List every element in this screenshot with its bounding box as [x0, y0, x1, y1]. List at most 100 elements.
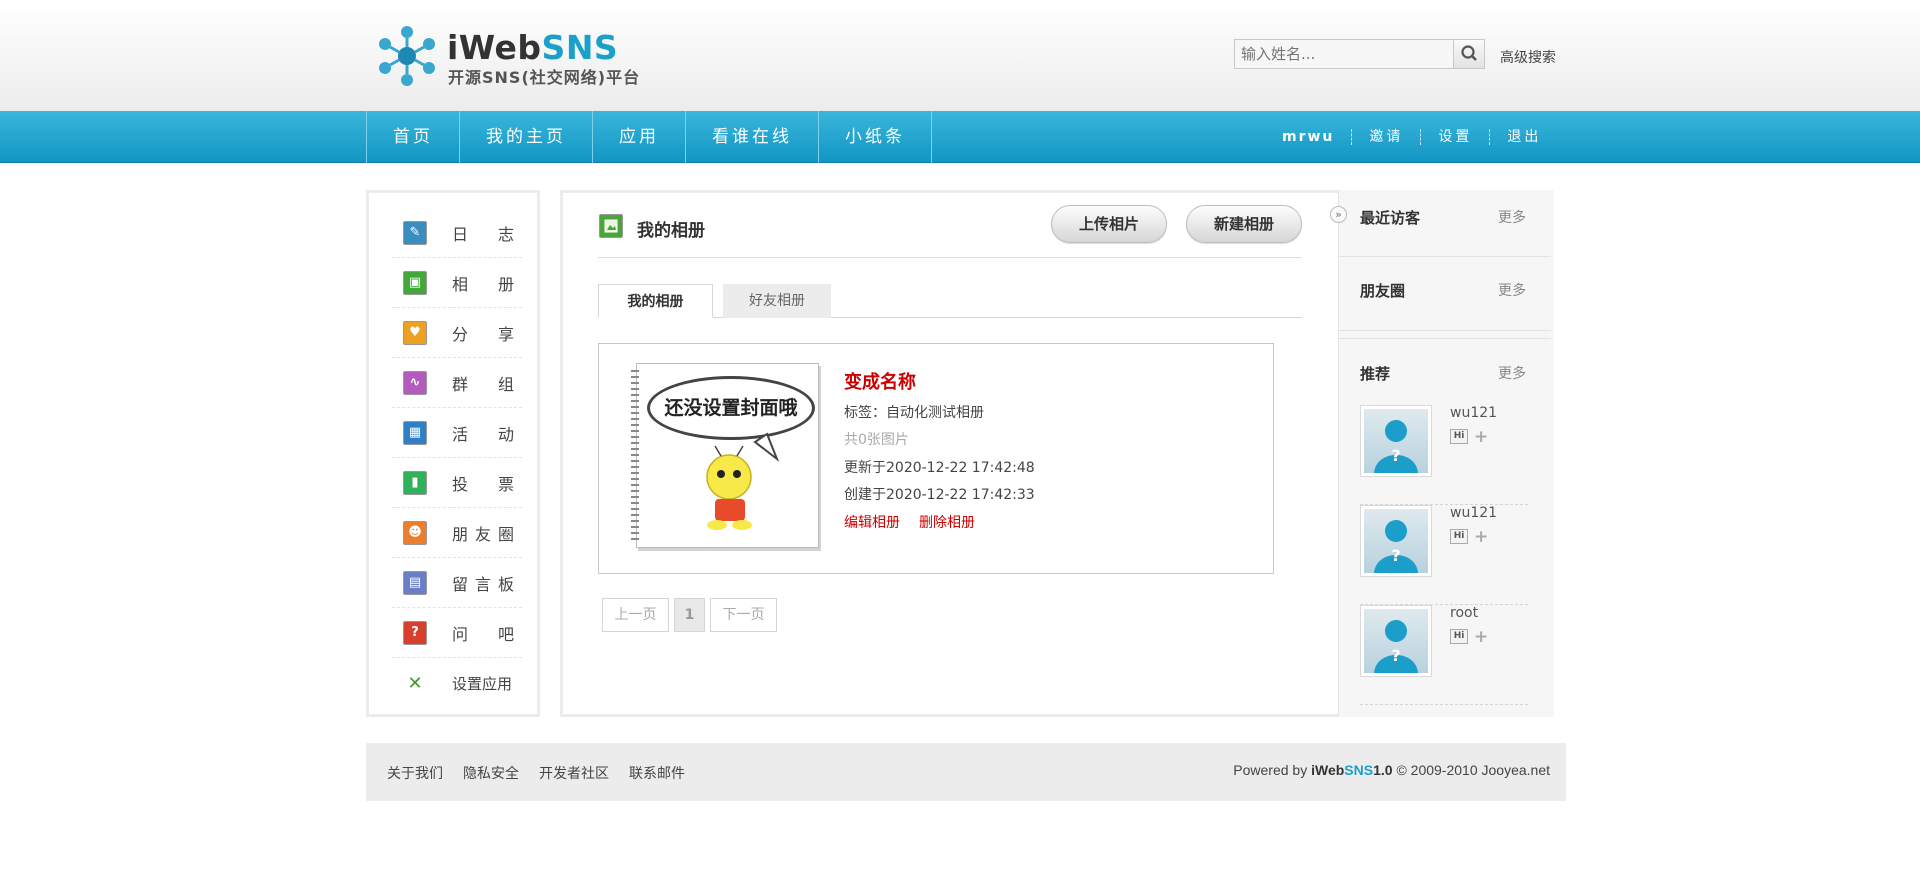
friends-icon: ☻ — [403, 520, 427, 545]
sidebar-item-events[interactable]: ▦ 活动 — [392, 408, 522, 458]
album-created-time: 创建于2020-12-22 17:42:33 — [844, 487, 1035, 503]
sidebar-item-board[interactable]: ▤ 留言板 — [392, 558, 522, 608]
recommend-more-link[interactable]: 更多 — [1498, 363, 1526, 383]
sidebar-item-vote[interactable]: ▮ 投票 — [392, 458, 522, 508]
recent-visitors-more-link[interactable]: 更多 — [1498, 207, 1526, 227]
footer-link-privacy[interactable]: 隐私安全 — [463, 763, 519, 783]
recommended-user: ? wu121 Hi + — [1360, 505, 1528, 605]
album-updated-time: 更新于2020-12-22 17:42:48 — [844, 460, 1035, 476]
search-input[interactable] — [1235, 40, 1453, 68]
section-divider — [1338, 338, 1551, 339]
footer-link-developers[interactable]: 开发者社区 — [539, 763, 609, 783]
main-nav: 首页 我的主页 应用 看谁在线 小纸条 mrwu 邀请 设置 退出 — [0, 111, 1920, 163]
collapse-toggle-icon[interactable]: » — [1330, 206, 1347, 223]
svg-text:?: ? — [1391, 646, 1400, 665]
search-box — [1234, 39, 1485, 69]
sidebar-item-label: 分享 — [452, 324, 514, 344]
avatar[interactable]: ? — [1360, 405, 1432, 477]
header-divider — [598, 257, 1302, 258]
logo-network-icon — [379, 26, 435, 86]
add-friend-icon[interactable]: + — [1474, 427, 1488, 447]
new-album-button[interactable]: 新建相册 — [1186, 205, 1302, 243]
footer-copyright: Powered by iWebSNS1.0 © 2009-2010 Jooyea… — [1233, 762, 1550, 778]
calendar-icon: ▦ — [403, 420, 427, 445]
friend-circle-more-link[interactable]: 更多 — [1498, 280, 1526, 300]
nav-apps[interactable]: 应用 — [593, 111, 686, 163]
site-logo[interactable]: iWebSNS 开源SNS(社交网络)平台 — [375, 24, 675, 90]
nav-username[interactable]: mrwu — [1270, 128, 1351, 146]
say-hi-icon[interactable]: Hi — [1450, 429, 1468, 444]
add-friend-icon[interactable]: + — [1474, 527, 1488, 547]
recommended-user: ? root Hi + — [1360, 605, 1528, 705]
page-title: 我的相册 — [637, 221, 705, 241]
upload-photo-button[interactable]: 上传相片 — [1051, 205, 1167, 243]
tools-icon: ✕ — [407, 672, 423, 694]
app-sidebar: ✎ 日志 ▣ 相册 ♥ 分享 ∿ 群组 ▦ 活动 ▮ 投票 ☻ 朋友圈 ▤ 留言 — [366, 190, 540, 717]
photo-icon: ▣ — [403, 270, 427, 295]
logo-tagline: 开源SNS(社交网络)平台 — [448, 68, 641, 87]
friend-circle-title: 朋友圈 — [1360, 282, 1406, 300]
section-divider — [1338, 330, 1551, 331]
sidebar-item-label: 设置应用 — [452, 674, 513, 693]
search-button[interactable] — [1453, 40, 1484, 68]
svg-text:?: ? — [1391, 446, 1400, 465]
tab-friend-albums[interactable]: 好友相册 — [723, 284, 831, 318]
mascot-icon — [706, 432, 780, 530]
nav-online[interactable]: 看谁在线 — [686, 111, 819, 163]
current-page: 1 — [674, 598, 705, 632]
album-cover[interactable]: 还没设置封面哦 — [631, 363, 819, 548]
bar-chart-icon: ▮ — [403, 470, 427, 495]
group-icon: ∿ — [403, 370, 427, 395]
avatar[interactable]: ? — [1360, 505, 1432, 577]
nav-my-page[interactable]: 我的主页 — [460, 111, 593, 163]
nav-logout[interactable]: 退出 — [1490, 128, 1558, 146]
album-photo-count: 共0张图片 — [844, 432, 909, 448]
sidebar-item-album[interactable]: ▣ 相册 — [392, 258, 522, 308]
recommended-user-name[interactable]: wu121 — [1450, 505, 1497, 521]
site-header: iWebSNS 开源SNS(社交网络)平台 高级搜索 — [0, 0, 1920, 111]
section-divider — [1338, 256, 1551, 257]
prev-page-button[interactable]: 上一页 — [602, 598, 669, 632]
recommended-user: ? wu121 Hi + — [1360, 405, 1528, 505]
sidebar-item-label: 留言板 — [452, 574, 514, 594]
next-page-button[interactable]: 下一页 — [710, 598, 777, 632]
recommended-user-name[interactable]: wu121 — [1450, 405, 1497, 421]
recommend-title: 推荐 — [1360, 365, 1391, 383]
nav-settings[interactable]: 设置 — [1421, 128, 1489, 146]
say-hi-icon[interactable]: Hi — [1450, 529, 1468, 544]
pen-icon: ✎ — [403, 220, 427, 245]
footer-link-about[interactable]: 关于我们 — [387, 763, 443, 783]
sidebar-item-label: 问吧 — [452, 624, 514, 644]
sidebar-item-label: 朋友圈 — [452, 524, 514, 544]
sidebar-item-label: 活动 — [452, 424, 514, 444]
footer-link-contact[interactable]: 联系邮件 — [629, 763, 685, 783]
sidebar-item-label: 日志 — [452, 224, 514, 244]
delete-album-link[interactable]: 删除相册 — [919, 512, 975, 532]
nav-home[interactable]: 首页 — [367, 111, 460, 163]
sidebar-item-groups[interactable]: ∿ 群组 — [392, 358, 522, 408]
logo-wordmark: iWebSNS — [447, 28, 619, 67]
say-hi-icon[interactable]: Hi — [1450, 629, 1468, 644]
sidebar-item-label: 群组 — [452, 374, 514, 394]
tab-my-albums[interactable]: 我的相册 — [598, 284, 713, 318]
recent-visitors-title: 最近访客 — [1360, 209, 1421, 227]
album-name-link[interactable]: 变成名称 — [844, 368, 916, 394]
advanced-search-link[interactable]: 高级搜索 — [1500, 47, 1556, 67]
edit-album-link[interactable]: 编辑相册 — [844, 512, 900, 532]
nav-notes[interactable]: 小纸条 — [819, 111, 932, 163]
sidebar-item-blog[interactable]: ✎ 日志 — [392, 208, 522, 258]
search-icon — [1461, 45, 1477, 61]
sidebar-item-ask[interactable]: ? 问吧 — [392, 608, 522, 658]
board-icon: ▤ — [403, 570, 427, 595]
add-friend-icon[interactable]: + — [1474, 627, 1488, 647]
svg-text:?: ? — [1391, 546, 1400, 565]
sidebar-item-share[interactable]: ♥ 分享 — [392, 308, 522, 358]
sidebar-item-settings-app[interactable]: ✕ 设置应用 — [392, 658, 522, 708]
avatar[interactable]: ? — [1360, 605, 1432, 677]
nav-invite[interactable]: 邀请 — [1352, 128, 1420, 146]
recommended-user-name[interactable]: root — [1450, 605, 1478, 621]
album-tags: 标签：自动化测试相册 — [844, 405, 984, 421]
site-footer: 关于我们 隐私安全 开发者社区 联系邮件 Powered by iWebSNS1… — [366, 743, 1566, 801]
sidebar-item-label: 相册 — [452, 274, 514, 294]
sidebar-item-friends[interactable]: ☻ 朋友圈 — [392, 508, 522, 558]
